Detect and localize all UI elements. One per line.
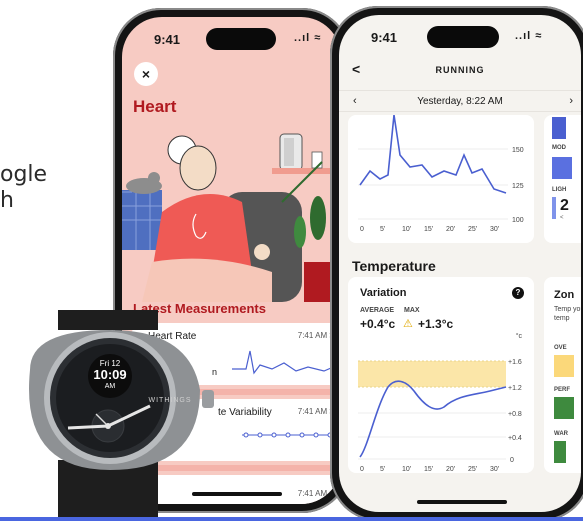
zone-sub: < (560, 215, 564, 221)
warning-icon: ⚠ (403, 318, 413, 330)
x-tick-label: 15' (424, 226, 433, 233)
y-tick-label: +1.2 (508, 385, 522, 392)
status-time: 9:41 (154, 32, 181, 47)
max-label: MAX (404, 307, 420, 314)
average-label: AVERAGE (360, 307, 395, 314)
y-tick-label: 0 (510, 457, 514, 464)
watch-time: 10:09 (93, 367, 126, 382)
smartwatch: Fri 12 10:09 AM WITHINGS (29, 310, 214, 521)
x-tick-label: 25' (468, 226, 477, 233)
zone-bar (554, 355, 574, 377)
status-icons: ..ıl ≈ (294, 32, 322, 44)
page-title: Heart (133, 97, 177, 116)
page-title: RUNNING (435, 65, 485, 75)
card-title: te Variability (218, 407, 272, 418)
variability-dots (242, 432, 338, 438)
right-phone: 9:41 ..ıl ≈ < RUNNING ‹ Yesterday, 8:22 … (330, 6, 583, 521)
zone-bar (552, 157, 572, 179)
section-title: Temperature (352, 258, 436, 274)
home-indicator[interactable] (417, 500, 507, 504)
dynamic-island (427, 26, 499, 48)
y-tick-label: 150 (512, 147, 524, 154)
zone-label: OVE (554, 345, 567, 351)
status-time: 9:41 (371, 30, 398, 45)
intensity-card: MOD LIGH 2 < (544, 115, 581, 243)
x-tick-label: 5' (380, 466, 385, 473)
x-tick-label: 30' (490, 226, 499, 233)
zone-bar (552, 117, 566, 139)
date-selector: ‹ Yesterday, 8:22 AM › (339, 90, 581, 112)
unit-label: °c (515, 333, 522, 340)
x-tick-label: 0 (360, 226, 364, 233)
x-tick-label: 25' (468, 466, 477, 473)
zone-bar (554, 441, 566, 463)
y-tick-label: +1.6 (508, 359, 522, 366)
temperature-variation-chart: +1.6 +1.2 +0.8 +0.4 0 0 5' 10' 15' 20' 2… (358, 359, 522, 473)
y-tick-label: +0.8 (508, 411, 522, 418)
heart-rate-chart: 150 125 100 0 5' 10' 15' 20' 25' 30' (358, 114, 524, 233)
zone-label: WAR (554, 431, 568, 437)
y-tick-label: 125 (512, 183, 524, 190)
close-button[interactable]: × (134, 62, 158, 86)
variation-card: Variation ? AVERAGE +0.4°c MAX ⚠ +1.3°c … (348, 277, 534, 473)
max-value: +1.3°c (418, 317, 454, 331)
watch-ampm: AM (105, 383, 116, 390)
zone-label: LIGH (552, 187, 567, 193)
x-tick-label: 10' (402, 466, 411, 473)
card-time[interactable]: 7:41 AM > (298, 407, 334, 416)
y-tick-label: 100 (512, 217, 524, 224)
x-tick-label: 20' (446, 466, 455, 473)
x-tick-label: 5' (380, 226, 385, 233)
zones-title: Zon (554, 289, 575, 301)
zone-value: 2 (560, 197, 569, 214)
card-time[interactable]: 7:41 AM > (298, 489, 334, 498)
running-screen: 9:41 ..ıl ≈ < RUNNING ‹ Yesterday, 8:22 … (339, 15, 581, 512)
bottom-accent-line (0, 517, 583, 521)
watch-brand: WITHINGS (149, 397, 192, 404)
x-tick-label: 30' (490, 466, 499, 473)
zones-description: Temp you s temp (554, 306, 581, 322)
zones-card: Zon Temp you s temp OVE PERF WAR (544, 277, 581, 473)
status-icons: ..ıl ≈ (515, 30, 543, 42)
heart-illustration (122, 122, 341, 302)
x-tick-label: 0 (360, 466, 364, 473)
zone-bar (552, 197, 556, 219)
variation-title: Variation (360, 287, 407, 299)
background-text-line-2: h (0, 188, 14, 213)
x-tick-label: 10' (402, 226, 411, 233)
zone-bar (554, 397, 574, 419)
card-time[interactable]: 7:41 AM > (298, 331, 334, 340)
background-text-line-1: ogle (0, 162, 48, 187)
date-label: Yesterday, 8:22 AM (417, 96, 503, 107)
x-tick-label: 20' (446, 226, 455, 233)
heart-rate-sparkline (232, 350, 338, 375)
heart-rate-chart-card: 150 125 100 0 5' 10' 15' 20' 25' 30' (348, 114, 534, 243)
help-icon[interactable]: ? (512, 287, 524, 299)
zone-label: MOD (552, 145, 566, 151)
next-day-icon[interactable]: › (569, 95, 573, 107)
zone-label: PERF (554, 387, 571, 393)
average-value: +0.4°c (360, 317, 396, 331)
dynamic-island (206, 28, 276, 50)
y-tick-label: +0.4 (508, 435, 522, 442)
x-tick-label: 15' (424, 466, 433, 473)
